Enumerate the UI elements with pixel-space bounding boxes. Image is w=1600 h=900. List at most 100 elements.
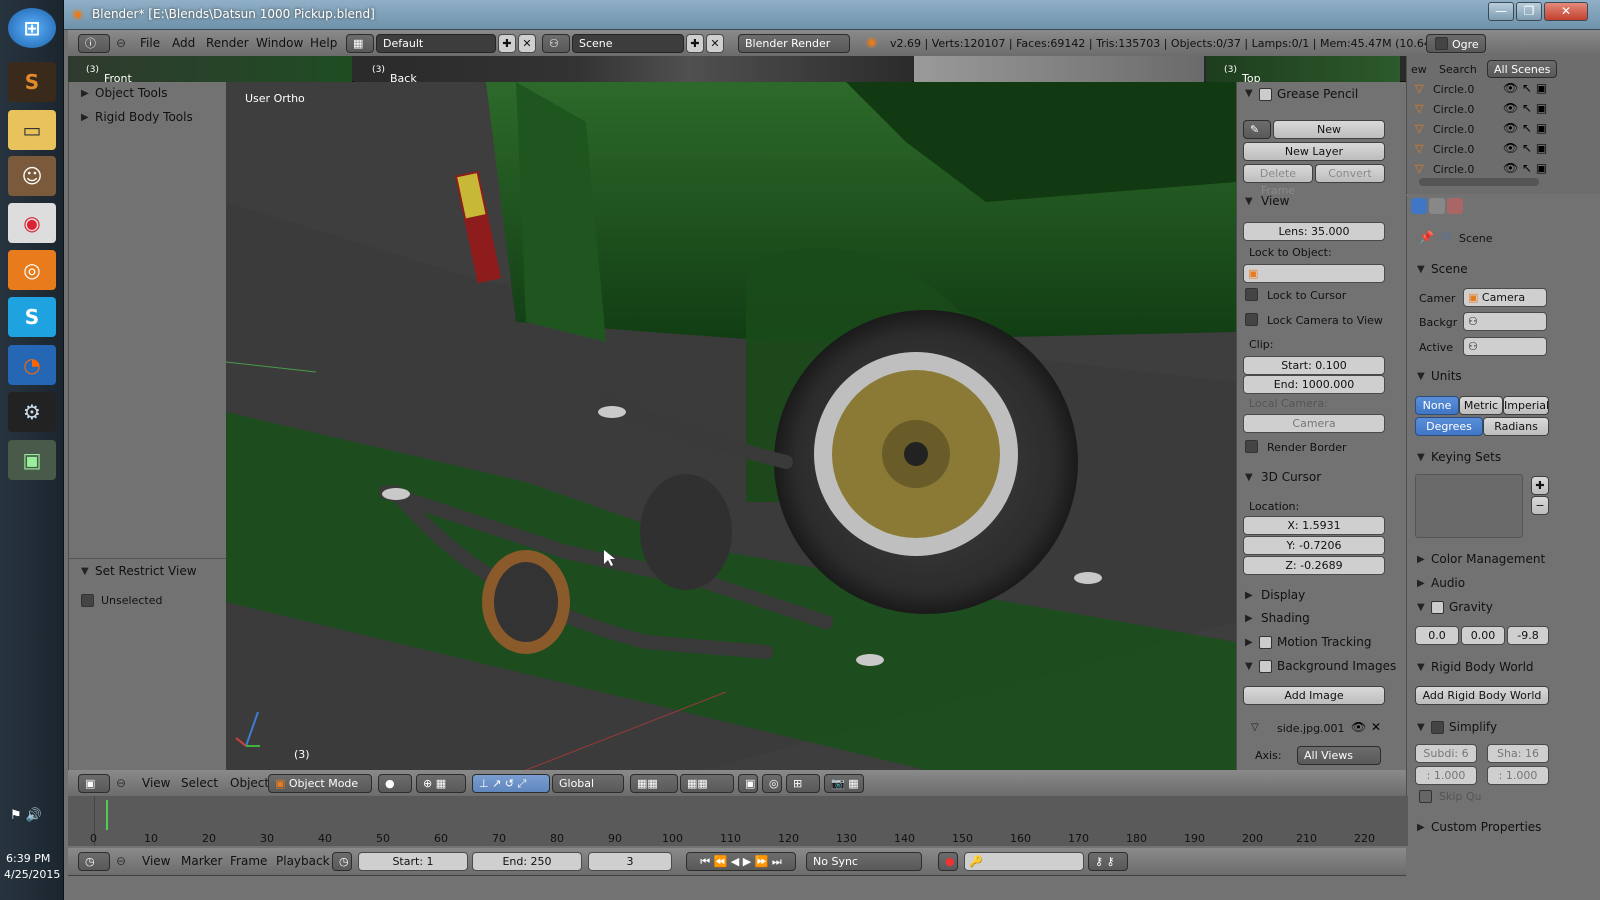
scene-name[interactable]: Scene [572,34,684,53]
outliner-scrollbar[interactable] [1419,178,1539,186]
shading-mode-icon[interactable]: ● [378,774,412,793]
preview-range-icon[interactable]: ◷ [332,852,352,871]
visibility-icon[interactable]: 👁 ↖ ▣ [1503,141,1547,155]
lens-field[interactable]: Lens: 35.000 [1243,222,1385,241]
unselected-checkbox[interactable] [81,594,94,607]
collapse-icon[interactable]: ▼ [1245,88,1253,99]
view-header[interactable]: View [1261,194,1289,208]
pivot-icon[interactable]: ⊕ ▦ [416,774,466,793]
shading-header[interactable]: Shading [1261,611,1310,625]
editor-type-icon[interactable]: ◷ [78,852,110,871]
units-none-button[interactable]: None [1415,396,1459,415]
collapse-icon[interactable]: ⊖ [116,36,126,50]
menu-help[interactable]: Help [310,36,337,50]
snap-icon[interactable]: ⊞ [786,774,820,793]
child-particles-field[interactable]: : 1.000 [1415,766,1477,785]
layout-name[interactable]: Default [376,34,496,53]
outliner-tab-search[interactable]: Search [1439,63,1477,76]
gravity-header[interactable]: Gravity [1449,600,1493,614]
menu-frame[interactable]: Frame [230,854,267,868]
keying-sets-list[interactable] [1415,474,1523,538]
degrees-button[interactable]: Degrees [1415,417,1483,436]
current-frame-field[interactable]: 3 [588,852,672,871]
remove-keying-set-icon[interactable]: − [1531,496,1549,515]
grease-pencil-checkbox[interactable] [1259,88,1272,101]
gravity-checkbox[interactable] [1431,601,1444,614]
gravity-y-field[interactable]: 0.00 [1461,626,1505,645]
outliner-row[interactable]: ▽ Circle.0 👁 ↖ ▣ [1411,140,1561,159]
color-management-header[interactable]: Color Management [1431,552,1545,566]
orientation-select[interactable]: Global [552,774,624,793]
lock-cursor-checkbox[interactable] [1245,288,1258,301]
add-keying-set-icon[interactable]: ✚ [1531,476,1549,495]
collapse-icon[interactable]: ▼ [1417,452,1425,463]
add-scene-icon[interactable]: ✚ [686,34,704,53]
world-tab-icon[interactable] [1447,198,1463,214]
radians-button[interactable]: Radians [1483,417,1549,436]
axis-select[interactable]: All Views [1297,746,1381,765]
scene-icon[interactable]: ⚇ [542,34,570,53]
editor-type-icon[interactable]: ▣ [78,774,110,793]
minimize-button[interactable]: — [1488,2,1514,21]
collapse-icon[interactable]: ▼ [1417,602,1425,613]
units-metric-button[interactable]: Metric [1459,396,1503,415]
keying-set-field[interactable]: 🔑 [964,852,1084,871]
skype-icon[interactable]: S [8,297,56,337]
folder-icon[interactable]: ▭ [8,110,56,150]
3d-cursor-header[interactable]: 3D Cursor [1261,470,1321,484]
expand-icon[interactable]: ▶ [1245,590,1253,601]
motion-tracking-checkbox[interactable] [1259,636,1272,649]
outliner-row[interactable]: ▽ Circle.0 👁 ↖ ▣ [1411,160,1561,179]
new-layer-button[interactable]: New Layer [1243,142,1385,161]
collapse-icon[interactable]: ▼ [1245,472,1253,483]
collapse-icon[interactable]: ▼ [1245,661,1253,672]
cursor-y-field[interactable]: Y: -0.7206 [1243,536,1385,555]
maximize-button[interactable]: ❐ [1516,2,1542,21]
motion-tracking-header[interactable]: Motion Tracking [1277,635,1371,649]
visibility-icon[interactable]: 👁 ↖ ▣ [1503,161,1547,175]
start-button-icon[interactable]: ⊞ [8,8,56,48]
collapse-icon[interactable]: ▼ [1417,371,1425,382]
collapse-icon[interactable]: ▼ [81,566,89,577]
menu-window[interactable]: Window [256,36,303,50]
collapse-icon[interactable]: ▽ [1251,722,1259,733]
app-icon-s[interactable]: S [8,62,56,102]
lock-layers-icon[interactable]: ▣ [738,774,758,793]
simplify-checkbox[interactable] [1431,721,1444,734]
end-frame-field[interactable]: End: 250 [472,852,582,871]
pencil-icon[interactable]: ✎ [1243,120,1271,139]
custom-properties-header[interactable]: Custom Properties [1431,820,1541,834]
add-rigid-body-world-button[interactable]: Add Rigid Body World [1415,686,1549,705]
units-header[interactable]: Units [1431,369,1462,383]
expand-icon[interactable]: ▶ [1417,822,1425,833]
collapse-icon[interactable]: ▼ [1417,722,1425,733]
menu-select[interactable]: Select [181,776,218,790]
remove-layout-icon[interactable]: ✕ [518,34,536,53]
active-field[interactable]: ⚇ [1463,337,1547,356]
top-ortho-view[interactable]: Top Ortho (3) [1206,56,1400,82]
collapse-icon[interactable]: ▼ [1245,196,1253,207]
expand-icon[interactable]: ▶ [1417,554,1425,565]
menu-object[interactable]: Object [230,776,269,790]
render-icons[interactable]: 📷 ▦ [824,774,864,793]
units-imperial-button[interactable]: Imperial [1503,396,1549,415]
proportional-edit-icon[interactable]: ◎ [762,774,782,793]
blender-icon[interactable]: ◎ [8,250,56,290]
back-ortho-view[interactable]: Back Ortho (3) [354,56,912,82]
outliner-row[interactable]: ▽ Circle.0 👁 ↖ ▣ [1411,80,1561,99]
flag-icon[interactable]: ⚑ 🔊 [10,808,42,823]
outliner-display-mode[interactable]: All Scenes [1487,60,1557,78]
clip-start-field[interactable]: Start: 0.100 [1243,356,1385,375]
background-field[interactable]: ⚇ [1463,312,1547,331]
sync-select[interactable]: No Sync [806,852,922,871]
expand-icon[interactable]: ▶ [1245,637,1253,648]
avatar-icon[interactable]: ☺ [8,156,56,196]
expand-icon[interactable]: ▶ [81,88,89,99]
outliner-row[interactable]: ▽ Circle.0 👁 ↖ ▣ [1411,100,1561,119]
audio-header[interactable]: Audio [1431,576,1465,590]
3d-viewport[interactable]: User Ortho (3) [226,82,1236,770]
manipulator-icons[interactable]: ⊥ ↗ ↺ ⤢ [472,774,550,793]
menu-add[interactable]: Add [172,36,195,50]
menu-render[interactable]: Render [206,36,249,50]
cursor-x-field[interactable]: X: 1.5931 [1243,516,1385,535]
